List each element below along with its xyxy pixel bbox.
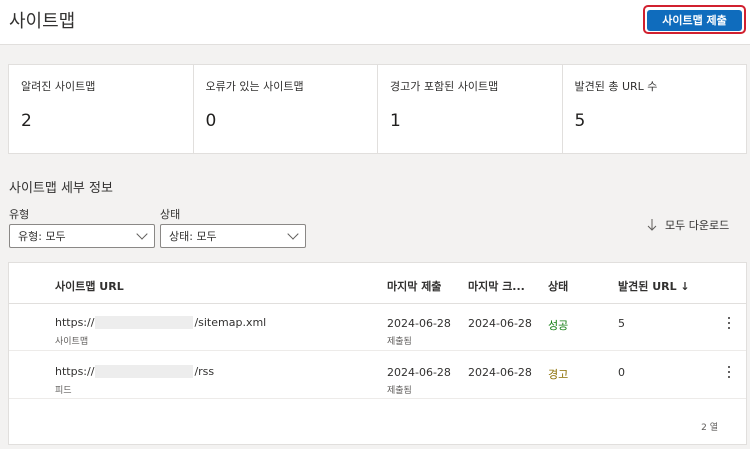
- url-suffix: /sitemap.xml: [194, 316, 267, 329]
- redacted-domain: [95, 365, 194, 378]
- status-filter-value: 상태: 모두: [169, 230, 217, 243]
- last-submitted-date: 2024-06-28: [387, 317, 451, 330]
- sitemap-table: 사이트맵 URL 마지막 제출 마지막 크... 상태 발견된 URL ↓ ht…: [8, 262, 747, 445]
- header-bar: 사이트맵 사이트맵 제출: [0, 0, 750, 45]
- column-header-url[interactable]: 사이트맵 URL: [55, 278, 124, 294]
- redacted-domain: [95, 316, 194, 329]
- stat-value: 5: [574, 111, 586, 131]
- download-icon: [647, 219, 657, 231]
- sitemap-url[interactable]: https:// /rss: [55, 365, 214, 378]
- stat-label: 알려진 사이트맵: [21, 80, 96, 93]
- url-suffix: /rss: [194, 365, 215, 378]
- sitemap-type: 피드: [55, 386, 72, 396]
- table-row[interactable]: https:// /rss 피드 2024-06-28 제출됨 2024-06-…: [9, 352, 746, 399]
- column-header-last-submitted[interactable]: 마지막 제출: [387, 278, 441, 294]
- column-header-found-urls[interactable]: 발견된 URL ↓: [618, 278, 690, 294]
- chevron-down-icon: [287, 228, 299, 240]
- submitted-status: 제출됨: [387, 386, 412, 396]
- sitemap-type: 사이트맵: [55, 337, 89, 347]
- stat-known-sitemaps: 알려진 사이트맵 2: [9, 65, 194, 153]
- more-options-icon[interactable]: [724, 364, 734, 380]
- url-prefix: https://: [55, 316, 95, 329]
- stat-value: 0: [205, 111, 217, 131]
- download-all-button[interactable]: 모두 다운로드: [647, 217, 729, 233]
- column-header-last-read[interactable]: 마지막 크...: [468, 278, 525, 294]
- table-row[interactable]: https:// /sitemap.xml 사이트맵 2024-06-28 제출…: [9, 304, 746, 351]
- sitemap-url[interactable]: https:// /sitemap.xml: [55, 316, 266, 329]
- section-title: 사이트맵 세부 정보: [9, 181, 113, 196]
- stat-total-urls: 발견된 총 URL 수 5: [563, 65, 747, 153]
- chevron-down-icon: [136, 228, 148, 240]
- stat-value: 2: [21, 111, 32, 131]
- type-filter-value: 유형: 모두: [18, 230, 66, 243]
- page-title: 사이트맵: [9, 11, 76, 32]
- found-urls-count: 0: [618, 366, 625, 379]
- type-filter-label: 유형: [9, 208, 30, 221]
- submitted-status: 제출됨: [387, 337, 412, 347]
- stat-label: 발견된 총 URL 수: [574, 80, 658, 93]
- stat-value: 1: [390, 111, 401, 131]
- status-text: 성공: [548, 319, 569, 332]
- stats-panel: 알려진 사이트맵 2 오류가 있는 사이트맵 0 경고가 포함된 사이트맵 1 …: [8, 64, 747, 154]
- more-options-icon[interactable]: [724, 315, 734, 331]
- last-read-date: 2024-06-28: [468, 366, 532, 379]
- found-urls-count: 5: [618, 317, 625, 330]
- row-count: 2 열: [701, 423, 718, 433]
- url-prefix: https://: [55, 365, 95, 378]
- status-filter-label: 상태: [160, 208, 181, 221]
- stat-sitemaps-with-warnings: 경고가 포함된 사이트맵 1: [378, 65, 563, 153]
- stat-sitemaps-with-errors: 오류가 있는 사이트맵 0: [194, 65, 378, 153]
- type-filter-dropdown[interactable]: 유형: 모두: [9, 224, 155, 248]
- stat-label: 경고가 포함된 사이트맵: [390, 80, 499, 93]
- last-read-date: 2024-06-28: [468, 317, 532, 330]
- last-submitted-date: 2024-06-28: [387, 366, 451, 379]
- column-header-status[interactable]: 상태: [548, 278, 568, 294]
- download-label: 모두 다운로드: [665, 219, 730, 232]
- submit-sitemap-button[interactable]: 사이트맵 제출: [647, 9, 742, 31]
- submit-button-highlight: 사이트맵 제출: [643, 5, 746, 34]
- status-text: 경고: [548, 368, 569, 381]
- stat-label: 오류가 있는 사이트맵: [205, 80, 304, 93]
- status-filter-dropdown[interactable]: 상태: 모두: [160, 224, 306, 248]
